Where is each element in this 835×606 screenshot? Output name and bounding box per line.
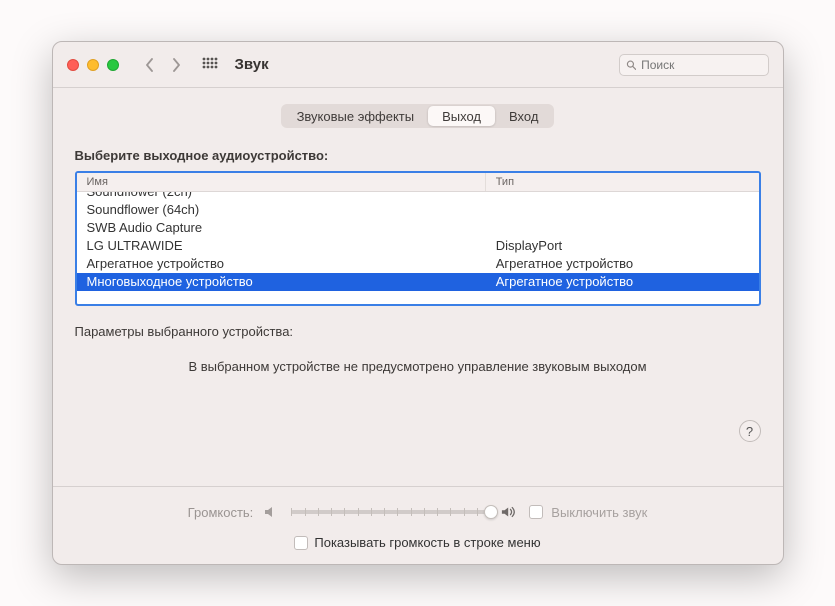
show-in-menu-label: Показывать громкость в строке меню	[314, 535, 540, 550]
device-table-body: Soundflower (2ch)Soundflower (64ch)SWB A…	[77, 192, 759, 304]
table-row[interactable]: Soundflower (64ch)	[77, 201, 759, 219]
menu-row: Показывать громкость в строке меню	[75, 535, 761, 550]
speaker-high-icon	[501, 503, 519, 521]
chevron-right-icon	[171, 58, 181, 72]
footer: Громкость: Выключить звук Показывать	[53, 486, 783, 564]
device-name: Soundflower (2ch)	[77, 192, 486, 201]
chevron-left-icon	[145, 58, 155, 72]
grid-icon	[202, 57, 218, 73]
segmented-control: Звуковые эффектыВыходВход	[281, 104, 555, 128]
speaker-low-icon	[263, 503, 281, 521]
zoom-window-button[interactable]	[107, 59, 119, 71]
checkbox-box	[529, 505, 543, 519]
table-row[interactable]: Soundflower (2ch)	[77, 192, 759, 201]
show-in-menu-checkbox[interactable]: Показывать громкость в строке меню	[294, 535, 540, 550]
device-type: Агрегатное устройство	[486, 255, 759, 273]
help-button[interactable]: ?	[739, 420, 761, 442]
table-row[interactable]: LG ULTRAWIDEDisplayPort	[77, 237, 759, 255]
device-name: Многовыходное устройство	[77, 273, 486, 291]
device-name: Soundflower (64ch)	[77, 201, 486, 219]
device-table[interactable]: Имя Тип Soundflower (2ch)Soundflower (64…	[75, 171, 761, 306]
system-preferences-window: Звук Звуковые эффектыВыходВход Выберите …	[52, 41, 784, 565]
volume-label: Громкость:	[188, 505, 254, 520]
device-params-label: Параметры выбранного устройства:	[75, 324, 761, 339]
device-name: SWB Audio Capture	[77, 219, 486, 237]
search-icon	[626, 59, 637, 71]
device-name: Агрегатное устройство	[77, 255, 486, 273]
titlebar: Звук	[53, 42, 783, 88]
table-row[interactable]: SWB Audio Capture	[77, 219, 759, 237]
slider-knob[interactable]	[484, 505, 498, 519]
slider-ticks	[291, 510, 491, 514]
table-row[interactable]: Многовыходное устройствоАгрегатное устро…	[77, 273, 759, 291]
show-all-button[interactable]	[199, 54, 221, 76]
device-table-header: Имя Тип	[77, 173, 759, 192]
page-title: Звук	[235, 56, 269, 73]
choose-device-label: Выберите выходное аудиоустройство:	[75, 148, 761, 163]
tabs: Звуковые эффектыВыходВход	[75, 104, 761, 128]
window-controls	[67, 59, 119, 71]
checkbox-box	[294, 536, 308, 550]
mute-label: Выключить звук	[551, 505, 647, 520]
nav-buttons	[141, 53, 185, 77]
close-window-button[interactable]	[67, 59, 79, 71]
device-type: DisplayPort	[486, 237, 759, 255]
forward-button[interactable]	[167, 53, 185, 77]
device-type	[486, 192, 759, 201]
search-input[interactable]	[641, 58, 761, 72]
content-area: Звуковые эффектыВыходВход Выберите выход…	[53, 88, 783, 486]
mute-checkbox[interactable]: Выключить звук	[529, 505, 647, 520]
tab-1[interactable]: Выход	[428, 106, 495, 126]
device-type	[486, 219, 759, 237]
device-type	[486, 201, 759, 219]
back-button[interactable]	[141, 53, 159, 77]
column-header-name[interactable]: Имя	[77, 173, 486, 191]
tab-0[interactable]: Звуковые эффекты	[283, 106, 429, 126]
device-type: Агрегатное устройство	[486, 273, 759, 291]
tab-2[interactable]: Вход	[495, 106, 552, 126]
column-header-type[interactable]: Тип	[486, 173, 759, 191]
search-wrap	[619, 54, 769, 76]
help-icon: ?	[746, 424, 753, 439]
no-controls-message: В выбранном устройстве не предусмотрено …	[75, 359, 761, 374]
table-row[interactable]: Агрегатное устройствоАгрегатное устройст…	[77, 255, 759, 273]
volume-row: Громкость: Выключить звук	[75, 503, 761, 521]
device-name: LG ULTRAWIDE	[77, 237, 486, 255]
volume-slider[interactable]	[291, 510, 491, 514]
minimize-window-button[interactable]	[87, 59, 99, 71]
search-field[interactable]	[619, 54, 769, 76]
